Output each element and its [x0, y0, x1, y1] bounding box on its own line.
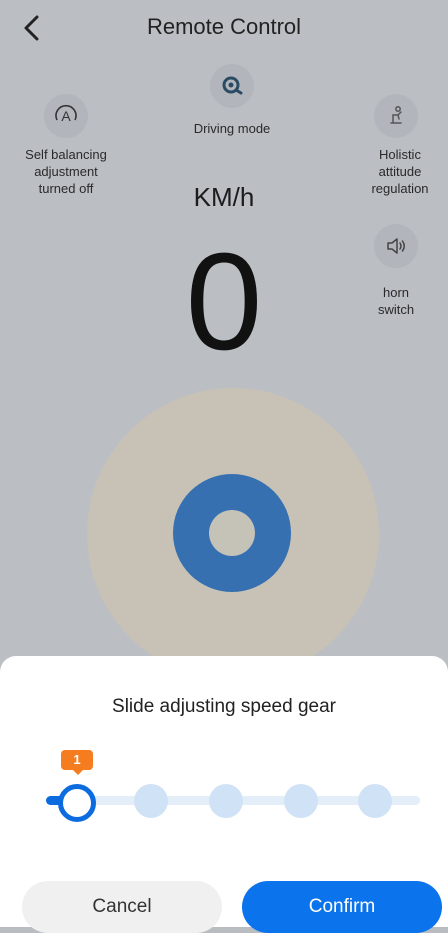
header: Remote Control [0, 0, 448, 56]
driving-mode-button[interactable] [210, 64, 254, 108]
driving-mode-label: Driving mode [193, 121, 271, 136]
svg-text:A: A [61, 108, 71, 124]
gear-step-2[interactable] [134, 784, 168, 818]
gear-slider-thumb[interactable] [58, 784, 96, 822]
auto-balance-icon: A [55, 104, 77, 124]
joystick-center [209, 510, 255, 556]
holistic-attitude-button[interactable] [374, 94, 418, 138]
gear-step-4[interactable] [284, 784, 318, 818]
speed-gear-sheet: Slide adjusting speed gear 1 Cancel Conf… [0, 656, 448, 933]
speed-unit: KM/h [193, 182, 255, 212]
speed-value: 0 [185, 225, 263, 379]
cancel-button[interactable]: Cancel [22, 881, 222, 933]
gear-step-5[interactable] [358, 784, 392, 818]
driving-mode-icon [222, 76, 243, 95]
sheet-title: Slide adjusting speed gear [112, 696, 336, 717]
confirm-button[interactable]: Confirm [242, 881, 442, 933]
gear-step-3[interactable] [209, 784, 243, 818]
page-title: Remote Control [146, 14, 302, 39]
current-gear-badge: 1 [61, 750, 93, 775]
seat-posture-icon [390, 106, 402, 124]
self-balancing-button[interactable]: A [44, 94, 88, 138]
